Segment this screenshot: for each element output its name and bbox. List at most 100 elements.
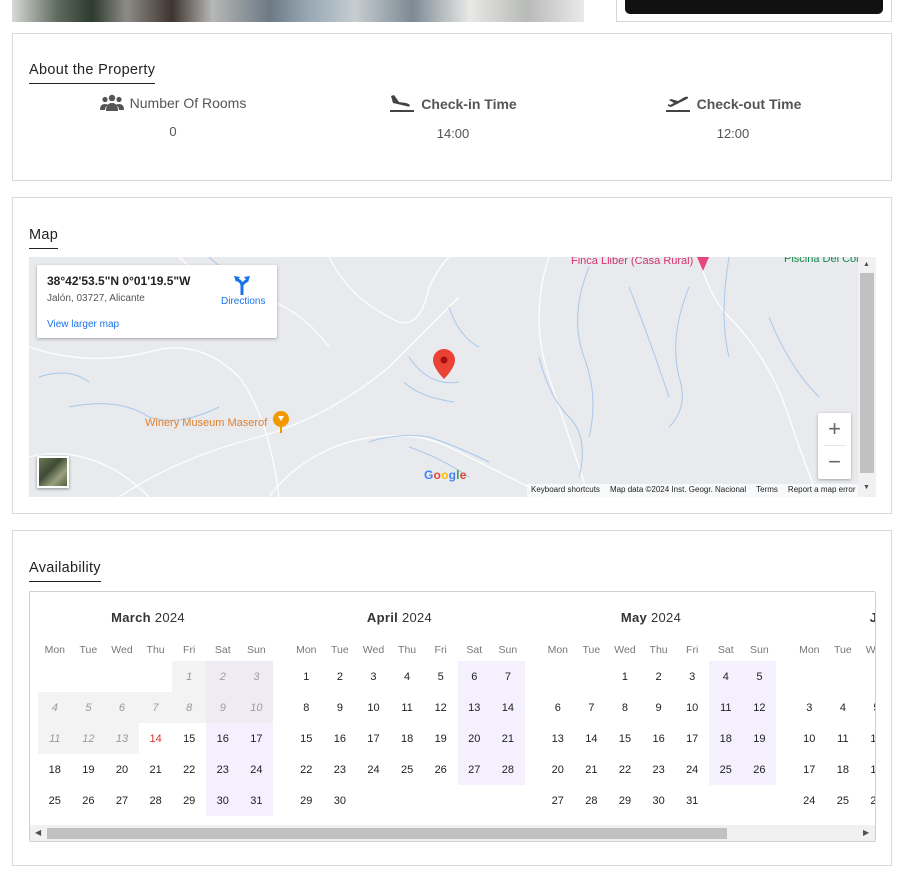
calendar-day[interactable]: 16 bbox=[323, 723, 357, 754]
calendar-day[interactable]: 23 bbox=[206, 754, 240, 785]
calendar-day[interactable]: 25 bbox=[826, 785, 860, 816]
calendar-day[interactable]: 29 bbox=[172, 785, 206, 816]
scroll-down-icon[interactable]: ▼ bbox=[863, 484, 870, 491]
calendar-day[interactable]: 20 bbox=[457, 723, 492, 754]
calendar-day[interactable]: 28 bbox=[575, 785, 609, 816]
calendar-day[interactable]: 11 bbox=[826, 723, 860, 754]
calendar-day[interactable]: 20 bbox=[105, 754, 139, 785]
calendar-day[interactable]: 26 bbox=[860, 785, 875, 816]
map-scrollbar[interactable]: ▲ ▼ bbox=[858, 257, 876, 497]
calendar-day[interactable]: 14 bbox=[575, 723, 609, 754]
calendar-day[interactable]: 17 bbox=[357, 723, 391, 754]
calendar-day[interactable]: 10 bbox=[357, 692, 391, 723]
calendar-day[interactable]: 11 bbox=[709, 692, 743, 723]
calendar-day[interactable]: 27 bbox=[541, 785, 575, 816]
calendar-day[interactable]: 21 bbox=[491, 723, 525, 754]
scroll-up-icon[interactable]: ▲ bbox=[863, 261, 870, 268]
calendar-day[interactable]: 12 bbox=[860, 723, 875, 754]
calendar-day[interactable]: 22 bbox=[290, 754, 324, 785]
calendar-day[interactable]: 25 bbox=[709, 754, 743, 785]
scroll-right-icon[interactable]: ▶ bbox=[863, 828, 869, 837]
calendar-day[interactable]: 14 bbox=[491, 692, 525, 723]
calendar-day[interactable]: 15 bbox=[172, 723, 206, 754]
directions-link[interactable]: Directions bbox=[221, 296, 265, 307]
calendar-day[interactable]: 3 bbox=[793, 692, 827, 723]
keyboard-shortcuts-link[interactable]: Keyboard shortcuts bbox=[531, 485, 600, 496]
calendar-day[interactable]: 12 bbox=[424, 692, 458, 723]
calendar-scrollbar-thumb[interactable] bbox=[47, 828, 727, 839]
calendar-day[interactable]: 6 bbox=[541, 692, 575, 723]
calendar-day[interactable]: 19 bbox=[424, 723, 458, 754]
calendar-day[interactable]: 3 bbox=[675, 661, 709, 692]
report-error-link[interactable]: Report a map error bbox=[788, 485, 856, 496]
calendar-scrollbar[interactable]: ◀ ▶ bbox=[30, 825, 875, 841]
map-scrollbar-thumb[interactable] bbox=[860, 273, 874, 473]
calendar-day[interactable]: 1 bbox=[290, 661, 324, 692]
calendar-day[interactable]: 19 bbox=[860, 754, 875, 785]
calendar-day[interactable]: 26 bbox=[742, 754, 777, 785]
calendar-day[interactable]: 28 bbox=[491, 754, 525, 785]
calendar-day[interactable]: 2 bbox=[642, 661, 676, 692]
calendar-day[interactable]: 17 bbox=[675, 723, 709, 754]
satellite-toggle[interactable] bbox=[37, 456, 69, 488]
calendar-day[interactable]: 16 bbox=[642, 723, 676, 754]
calendar-day[interactable]: 5 bbox=[424, 661, 458, 692]
calendar-day[interactable]: 5 bbox=[860, 692, 875, 723]
calendar-day[interactable]: 25 bbox=[390, 754, 424, 785]
calendar-day[interactable]: 4 bbox=[390, 661, 424, 692]
calendar-day[interactable]: 18 bbox=[826, 754, 860, 785]
calendar-day[interactable]: 18 bbox=[390, 723, 424, 754]
calendar-day[interactable]: 15 bbox=[608, 723, 642, 754]
calendar-day[interactable]: 4 bbox=[826, 692, 860, 723]
calendar-day[interactable]: 24 bbox=[675, 754, 709, 785]
calendar-day[interactable]: 14 bbox=[139, 723, 173, 754]
calendar-day[interactable]: 7 bbox=[491, 661, 525, 692]
calendar-day[interactable]: 28 bbox=[139, 785, 173, 816]
calendar-day[interactable]: 4 bbox=[709, 661, 743, 692]
zoom-out-button[interactable]: − bbox=[818, 446, 851, 478]
calendar-day[interactable]: 15 bbox=[290, 723, 324, 754]
calendar-day[interactable]: 18 bbox=[38, 754, 72, 785]
calendar-day[interactable]: 18 bbox=[709, 723, 743, 754]
calendar-day[interactable]: 22 bbox=[608, 754, 642, 785]
calendar-day[interactable]: 24 bbox=[239, 754, 274, 785]
calendar-day[interactable]: 17 bbox=[793, 754, 827, 785]
terms-link[interactable]: Terms bbox=[756, 485, 778, 496]
calendar-day[interactable]: 24 bbox=[357, 754, 391, 785]
calendar-day[interactable]: 16 bbox=[206, 723, 240, 754]
calendar-day[interactable]: 8 bbox=[608, 692, 642, 723]
calendar-day[interactable]: 19 bbox=[742, 723, 777, 754]
calendar-day[interactable]: 10 bbox=[793, 723, 827, 754]
calendar-day[interactable]: 2 bbox=[323, 661, 357, 692]
calendar-day[interactable]: 20 bbox=[541, 754, 575, 785]
map-embed[interactable]: Finca Lliber (Casa Rural) Piscina Del Co… bbox=[29, 257, 876, 497]
calendar-day[interactable]: 8 bbox=[290, 692, 324, 723]
calendar-day[interactable]: 31 bbox=[675, 785, 709, 816]
calendar-day[interactable]: 23 bbox=[323, 754, 357, 785]
calendar-day[interactable]: 29 bbox=[608, 785, 642, 816]
calendar-day[interactable]: 23 bbox=[642, 754, 676, 785]
calendar-day[interactable]: 7 bbox=[575, 692, 609, 723]
calendar-day[interactable]: 19 bbox=[72, 754, 106, 785]
poi-piscina[interactable]: Piscina Del Col bbox=[784, 257, 859, 265]
calendar-day[interactable]: 9 bbox=[642, 692, 676, 723]
calendar-day[interactable]: 26 bbox=[72, 785, 106, 816]
calendar-day[interactable]: 21 bbox=[575, 754, 609, 785]
calendar-day[interactable]: 12 bbox=[742, 692, 777, 723]
calendar-day[interactable]: 29 bbox=[290, 785, 324, 816]
poi-finca-lliber[interactable]: Finca Lliber (Casa Rural) bbox=[571, 257, 693, 267]
calendar-day[interactable]: 10 bbox=[675, 692, 709, 723]
property-photo[interactable] bbox=[12, 0, 584, 22]
zoom-in-button[interactable]: + bbox=[818, 413, 851, 445]
calendar-day[interactable]: 5 bbox=[742, 661, 777, 692]
calendar-day[interactable]: 11 bbox=[390, 692, 424, 723]
calendar-day[interactable]: 26 bbox=[424, 754, 458, 785]
calendar-day[interactable]: 22 bbox=[172, 754, 206, 785]
view-larger-map-link[interactable]: View larger map bbox=[47, 319, 119, 330]
calendar-day[interactable]: 9 bbox=[323, 692, 357, 723]
calendar-day[interactable]: 31 bbox=[239, 785, 274, 816]
calendar-day[interactable]: 3 bbox=[357, 661, 391, 692]
calendar-day[interactable]: 27 bbox=[105, 785, 139, 816]
calendar-day[interactable]: 21 bbox=[139, 754, 173, 785]
calendar-day[interactable]: 30 bbox=[323, 785, 357, 816]
